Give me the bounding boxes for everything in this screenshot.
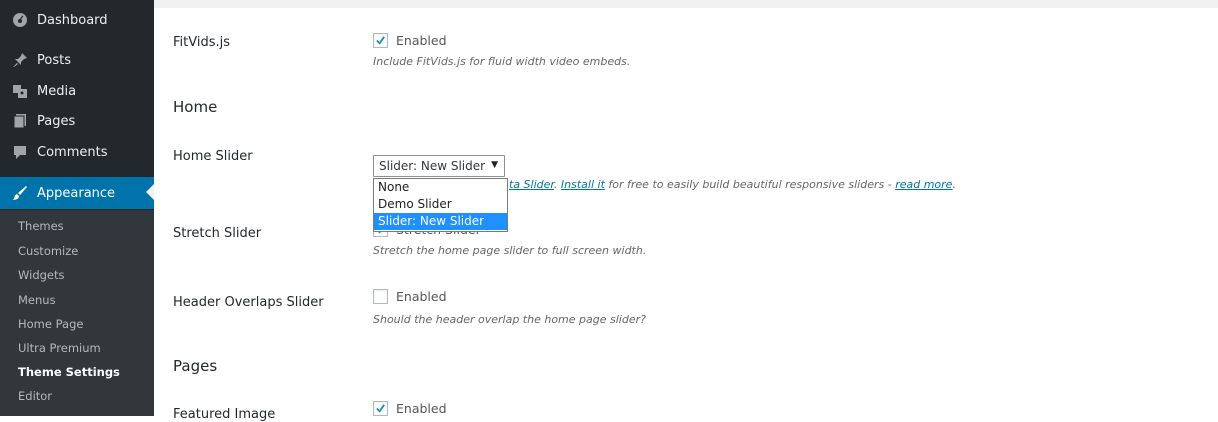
stretch-slider-description: Stretch the home page slider to full scr… bbox=[373, 244, 647, 257]
home-section-title: Home bbox=[173, 98, 218, 116]
dropdown-option-new-slider[interactable]: Slider: New Slider bbox=[374, 213, 507, 230]
pages-icon bbox=[12, 113, 28, 129]
dropdown-caret-icon: ▼ bbox=[491, 160, 498, 170]
checkmark-icon bbox=[376, 404, 385, 413]
menu-item-comments[interactable]: Comments bbox=[0, 137, 154, 167]
submenu-ultra-premium[interactable]: Ultra Premium bbox=[18, 341, 101, 355]
header-overlaps-description: Should the header overlap the home page … bbox=[373, 313, 646, 326]
featured-image-label: Featured Image bbox=[173, 407, 276, 422]
desc-separator: . bbox=[553, 178, 561, 191]
admin-sidebar: Dashboard Posts Media Pages Comments App… bbox=[0, 0, 154, 416]
menu-item-dashboard[interactable]: Dashboard bbox=[0, 5, 154, 35]
featured-image-option: Enabled bbox=[373, 401, 447, 416]
header-overlaps-label: Header Overlaps Slider bbox=[173, 295, 324, 310]
brush-icon bbox=[12, 185, 28, 201]
menu-label-media: Media bbox=[37, 83, 77, 99]
fitvids-checkbox-label: Enabled bbox=[396, 33, 447, 48]
meta-slider-link[interactable]: ta Slider bbox=[509, 178, 554, 191]
dropdown-option-demo-slider[interactable]: Demo Slider bbox=[374, 196, 507, 213]
menu-item-posts[interactable]: Posts bbox=[0, 45, 154, 75]
submenu-theme-settings[interactable]: Theme Settings bbox=[18, 365, 120, 379]
menu-label-comments: Comments bbox=[37, 144, 108, 160]
appearance-submenu: Themes Customize Widgets Menus Home Page… bbox=[0, 210, 154, 416]
submenu-editor[interactable]: Editor bbox=[18, 389, 52, 403]
submenu-menus[interactable]: Menus bbox=[18, 293, 56, 307]
menu-label-appearance: Appearance bbox=[37, 185, 116, 201]
pages-section-title: Pages bbox=[173, 357, 218, 375]
home-slider-selected-value: Slider: New Slider bbox=[379, 159, 486, 173]
home-slider-select[interactable]: Slider: New Slider ▼ bbox=[373, 155, 505, 177]
main-content: FitVids.js Enabled Include FitVids.js fo… bbox=[154, 0, 1218, 422]
home-slider-label: Home Slider bbox=[173, 149, 253, 164]
menu-item-appearance[interactable]: Appearance bbox=[0, 177, 154, 209]
menu-label-dashboard: Dashboard bbox=[37, 12, 108, 28]
home-slider-dropdown-list: None Demo Slider Slider: New Slider bbox=[373, 178, 508, 232]
fitvids-label: FitVids.js bbox=[173, 35, 231, 50]
install-it-link[interactable]: Install it bbox=[561, 178, 605, 191]
fitvids-description: Include FitVids.js for fluid width video… bbox=[373, 55, 631, 68]
comments-icon bbox=[12, 144, 28, 160]
desc-middle-text: for free to easily build beautiful respo… bbox=[604, 178, 896, 191]
pin-icon bbox=[12, 52, 28, 68]
submenu-home-page[interactable]: Home Page bbox=[18, 317, 83, 331]
fitvids-option: Enabled bbox=[373, 33, 447, 48]
header-overlaps-checkbox-label: Enabled bbox=[396, 289, 447, 304]
submenu-widgets[interactable]: Widgets bbox=[18, 268, 65, 282]
dashboard-icon bbox=[12, 12, 28, 28]
header-overlaps-option: Enabled bbox=[373, 289, 447, 304]
menu-label-pages: Pages bbox=[37, 113, 76, 129]
media-icon bbox=[12, 83, 28, 99]
submenu-themes[interactable]: Themes bbox=[18, 219, 64, 233]
desc-end: . bbox=[952, 178, 956, 191]
read-more-link[interactable]: read more bbox=[895, 178, 952, 191]
stretch-slider-label: Stretch Slider bbox=[173, 226, 262, 241]
checkmark-icon bbox=[376, 36, 385, 45]
featured-image-checkbox[interactable] bbox=[373, 401, 388, 416]
fitvids-checkbox[interactable] bbox=[373, 33, 388, 48]
dropdown-option-none[interactable]: None bbox=[374, 179, 507, 196]
active-menu-arrow bbox=[146, 184, 154, 200]
settings-panel: FitVids.js Enabled Include FitVids.js fo… bbox=[154, 8, 1218, 422]
menu-item-media[interactable]: Media bbox=[0, 76, 154, 106]
home-slider-description: ta Slider. Install it for free to easily… bbox=[509, 178, 956, 191]
menu-label-posts: Posts bbox=[37, 52, 71, 68]
submenu-customize[interactable]: Customize bbox=[18, 244, 78, 258]
header-overlaps-checkbox[interactable] bbox=[373, 289, 388, 304]
menu-item-pages[interactable]: Pages bbox=[0, 106, 154, 136]
featured-image-checkbox-label: Enabled bbox=[396, 401, 447, 416]
